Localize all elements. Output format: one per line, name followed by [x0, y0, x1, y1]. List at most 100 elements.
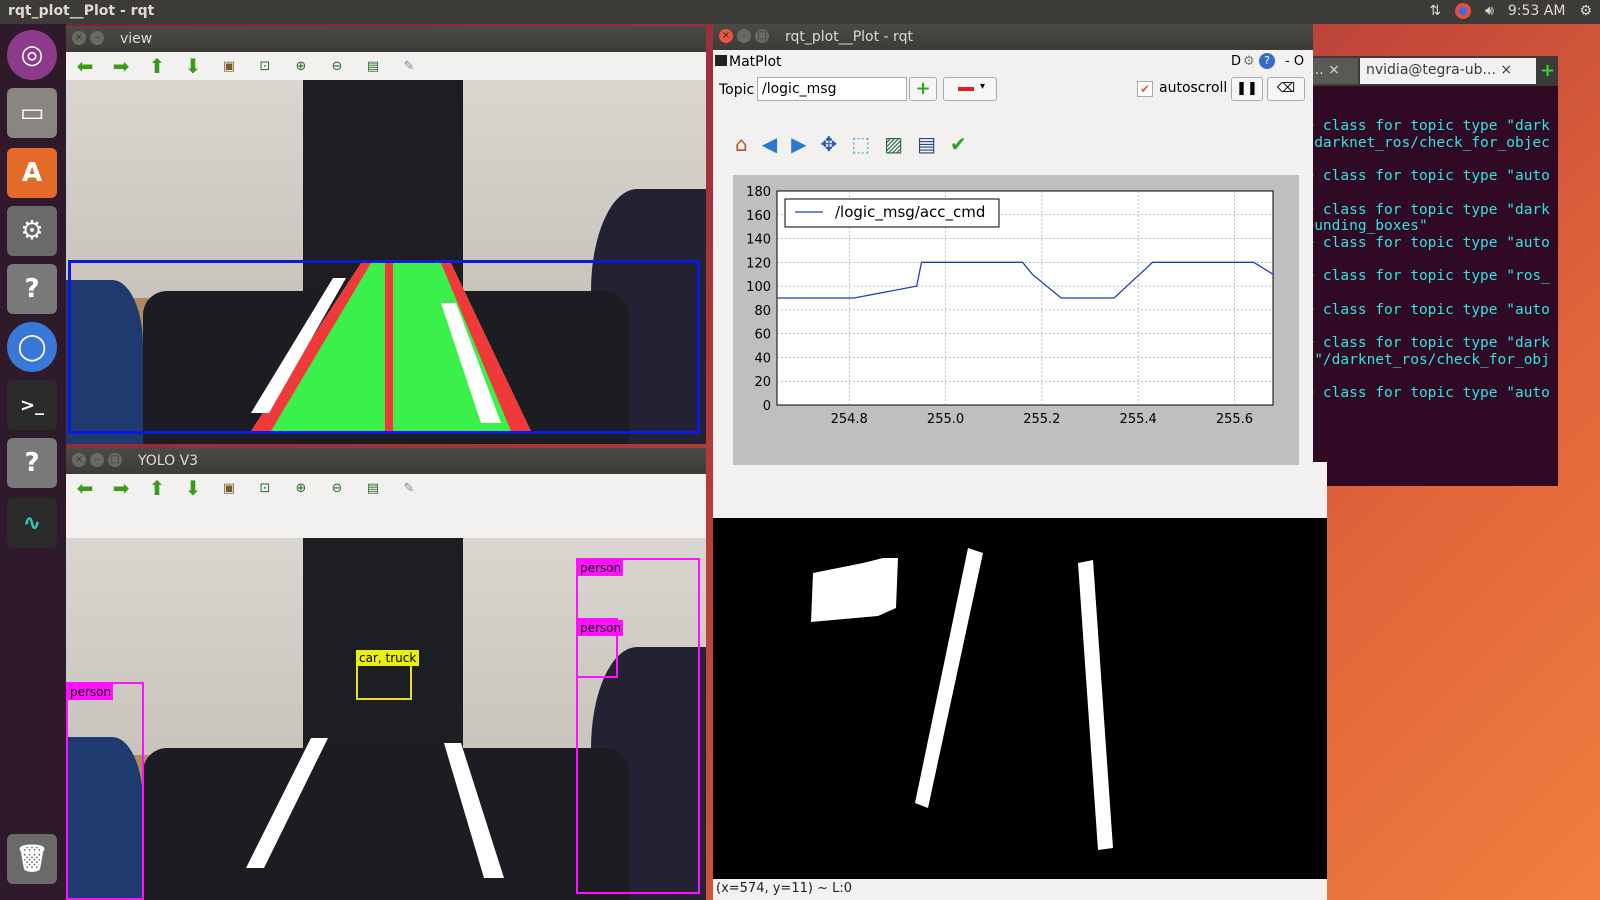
remove-topic-button[interactable]: ▾	[943, 77, 997, 101]
pan-icon[interactable]: ✥	[820, 132, 837, 156]
save-icon[interactable]: ▤	[917, 132, 936, 156]
back-icon[interactable]: ◀	[762, 132, 777, 156]
minimize-icon[interactable]: –	[90, 31, 104, 45]
y-tick-label: 20	[754, 375, 771, 390]
close-icon[interactable]: ×	[1328, 62, 1340, 78]
forward-icon[interactable]: ▶	[791, 132, 806, 156]
gear-icon[interactable]: ⚙	[1579, 3, 1592, 19]
terminal-window: ca... × nvidia@tegra-ub... × + age class…	[1288, 56, 1558, 486]
y-tick-label: 100	[746, 280, 771, 295]
minus-icon	[958, 87, 974, 91]
settings-icon[interactable]: ⚙	[7, 206, 57, 256]
y-tick-label: 60	[754, 328, 771, 343]
arrow-up-icon[interactable]: ⬆	[146, 476, 168, 500]
close-icon[interactable]: ×	[1500, 62, 1512, 78]
close-icon[interactable]: ×	[719, 29, 733, 43]
zoom-in-icon[interactable]: ⊕	[290, 55, 312, 77]
terminal-line: age class for topic type "dark	[1288, 118, 1550, 134]
ubuntu-logo-icon[interactable]: ◎	[7, 30, 57, 80]
close-icon[interactable]: ×	[72, 453, 86, 467]
clear-icon[interactable]: ⌫	[1267, 77, 1305, 101]
terminal-icon[interactable]: >_	[7, 380, 57, 430]
chromium-icon[interactable]: ◯	[7, 322, 57, 372]
files-icon[interactable]: ▭	[7, 88, 57, 138]
arrow-right-icon[interactable]: ➡	[110, 54, 132, 78]
subplots-icon[interactable]: ▨	[884, 132, 903, 156]
zoom-in-icon[interactable]: ⊕	[290, 477, 312, 499]
binary-status-bar: (x=574, y=11) ~ L:0	[713, 879, 1327, 900]
pause-icon[interactable]: ❚❚	[1231, 77, 1263, 101]
autoscroll-label: autoscroll	[1159, 80, 1228, 96]
maximize-icon[interactable]: □	[108, 453, 122, 467]
help-icon[interactable]: ?	[1259, 53, 1275, 69]
zoom-fit-icon[interactable]: ⊡	[254, 55, 276, 77]
arrow-left-icon[interactable]: ⬅	[74, 54, 96, 78]
help-icon[interactable]: ?	[7, 264, 57, 314]
matplotlib-toolbar: ⌂ ◀ ▶ ✥ ⬚ ▨ ▤ ✔	[735, 132, 967, 156]
y-tick-label: 0	[763, 399, 771, 414]
new-tab-icon[interactable]: +	[1540, 60, 1555, 81]
y-tick-label: 180	[746, 185, 771, 200]
yolo-window: × – □ YOLO V3 ⬅ ➡ ⬆ ⬇ ▣ ⊡ ⊕ ⊖ ▤ ✎ person…	[66, 448, 706, 900]
terminal-line: ic "/darknet_ros/check_for_obj	[1288, 351, 1550, 368]
arrow-up-icon[interactable]: ⬆	[146, 54, 168, 78]
plugin-d-button[interactable]: D	[1231, 54, 1241, 69]
help-icon[interactable]: ?	[7, 438, 57, 488]
image-icon[interactable]: ▣	[218, 55, 240, 77]
arrow-down-icon[interactable]: ⬇	[182, 476, 204, 500]
zoom-out-icon[interactable]: ⊖	[326, 55, 348, 77]
save-icon[interactable]: ▤	[362, 477, 384, 499]
system-monitor-icon[interactable]: ∿	[7, 498, 57, 548]
topic-label: Topic	[719, 82, 755, 98]
network-icon[interactable]: ⇅	[1429, 3, 1441, 19]
home-icon[interactable]: ⌂	[735, 132, 748, 156]
clock[interactable]: 9:53 AM	[1508, 3, 1566, 19]
arrow-right-icon[interactable]: ➡	[110, 476, 132, 500]
keyboard-layout-icon[interactable]	[1455, 3, 1472, 19]
x-tick-label: 254.8	[831, 412, 868, 427]
minimize-icon[interactable]: –	[90, 453, 104, 467]
zoom-fit-icon[interactable]: ⊡	[254, 477, 276, 499]
topic-input[interactable]	[757, 77, 907, 101]
arrow-left-icon[interactable]: ⬅	[74, 476, 96, 500]
view-title: view	[120, 31, 153, 47]
zoom-rect-icon[interactable]: ⬚	[851, 132, 870, 156]
terminal-line: age class for topic type "dark	[1288, 201, 1550, 218]
arrow-down-icon[interactable]: ⬇	[182, 54, 204, 78]
autoscroll-checkbox[interactable]: ✔	[1137, 81, 1153, 97]
view-camera-image	[66, 80, 706, 444]
detection-box-person: person	[576, 618, 624, 678]
y-tick-label: 40	[754, 351, 771, 366]
terminal-line: age class for topic type "auto	[1288, 168, 1550, 185]
minimize-icon[interactable]: –	[737, 29, 751, 43]
brush-icon[interactable]: ✎	[398, 55, 420, 77]
matplot-icon	[715, 55, 727, 66]
checkmark-icon[interactable]: ✔	[950, 132, 967, 156]
x-tick-label: 255.2	[1023, 412, 1060, 427]
volume-icon[interactable]: 🔊︎	[1485, 3, 1494, 19]
plugin-close-button[interactable]: - O	[1285, 54, 1304, 69]
close-icon[interactable]: ×	[72, 31, 86, 45]
terminal-tab-active[interactable]: nvidia@tegra-ub... ×	[1360, 58, 1536, 84]
detection-label: person	[578, 620, 624, 636]
yolo-title: YOLO V3	[138, 453, 199, 469]
lane-detection-roi	[68, 260, 700, 434]
view-window: × – view ⬅ ➡ ⬆ ⬇ ▣ ⊡ ⊕ ⊖ ▤ ✎	[66, 26, 706, 444]
zoom-out-icon[interactable]: ⊖	[326, 477, 348, 499]
software-center-icon[interactable]: A	[7, 148, 57, 198]
maximize-icon[interactable]: □	[755, 29, 769, 43]
topic-row: Topic + ▾ ✔ autoscroll ❚❚ ⌫	[713, 76, 1313, 104]
image-icon[interactable]: ▣	[218, 477, 240, 499]
trash-icon[interactable]: 🗑︎	[7, 834, 57, 884]
binary-lane-image	[811, 548, 1113, 850]
brush-icon[interactable]: ✎	[398, 477, 420, 499]
line-chart[interactable]: 0 20 40 60 80 100 120 140 160 180 254.8 255.0 255.2 2…	[733, 175, 1299, 465]
terminal-tab-label: nvidia@tegra-ub...	[1366, 62, 1496, 78]
terminal-output: age class for topic type "dark "/darknet…	[1288, 118, 1550, 402]
save-icon[interactable]: ▤	[362, 55, 384, 77]
add-topic-button[interactable]: +	[909, 77, 937, 101]
gear-icon[interactable]: ⚙	[1243, 54, 1255, 69]
terminal-line: /bounding_boxes"	[1288, 218, 1428, 235]
